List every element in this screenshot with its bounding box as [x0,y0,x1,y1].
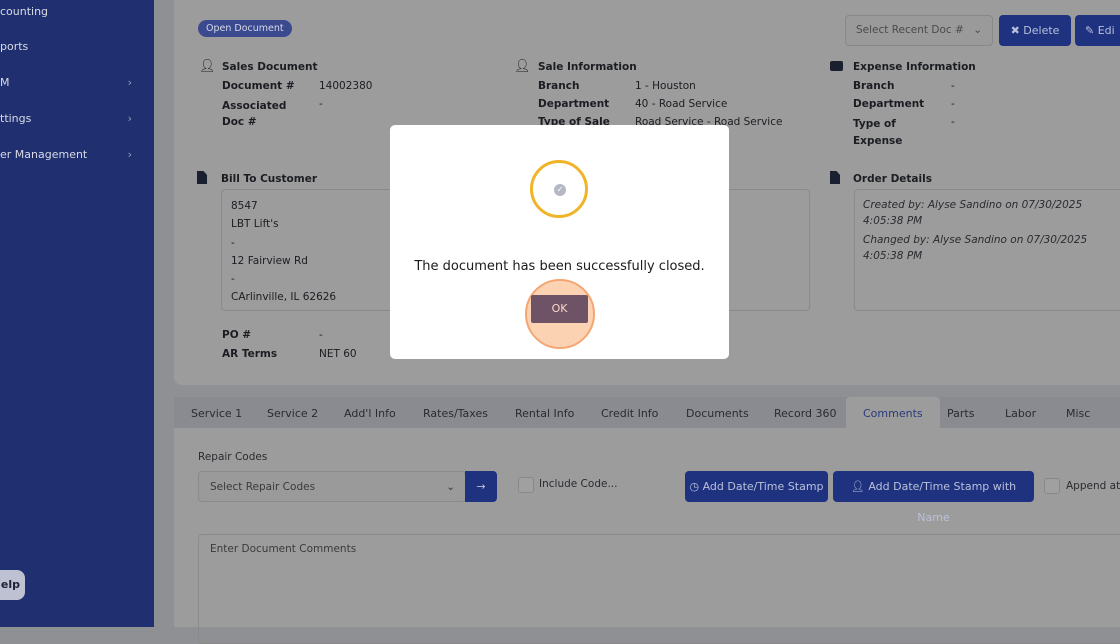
x-icon: ✖ [1010,24,1024,37]
label: counting [0,5,49,18]
sidebar-item-reports[interactable]: ports [0,37,150,57]
value: NET 60 [319,348,357,360]
edit-button[interactable]: ✎ Edi [1075,15,1120,46]
tab-comments[interactable]: Comments [846,397,940,428]
label: Branch [538,80,580,92]
value: 1 - Houston [635,80,696,92]
tab-service-2[interactable]: Service 2 [267,397,318,428]
label: Branch [853,80,895,92]
label: M [0,76,10,89]
clock-icon: ◷ [689,480,703,493]
dialog-message: The document has been successfully close… [414,259,705,274]
ok-button[interactable]: OK [531,295,588,323]
section-title: Sales Document [222,61,318,73]
value: - [319,98,323,110]
document-number: 14002380 [319,80,373,92]
user-icon: 👤︎ [199,59,216,74]
address-line: - [231,273,235,286]
status-badge: Open Document [198,20,292,37]
tab-rental-info[interactable]: Rental Info [515,397,574,428]
help-button[interactable]: elp [0,570,25,600]
tab-labor[interactable]: Labor [1005,397,1036,428]
check-circle-icon: ✓ [554,184,566,196]
label: Department [538,98,610,110]
append-checkbox[interactable] [1044,478,1060,494]
label: Repair Codes [198,451,268,463]
sidebar-item-crm[interactable]: M › [0,73,150,93]
section-title: Order Details [853,173,932,185]
status-ring: ✓ [530,160,588,218]
tab-service-1[interactable]: Service 1 [191,397,242,428]
label: Add Date/Time Stamp [702,480,824,493]
label: ports [0,40,29,53]
chevron-down-icon: ⌄ [973,24,982,36]
label: Append at T [1066,480,1120,492]
label: Associated Doc # [222,100,287,128]
value: - [951,116,955,128]
placeholder: Select Repair Codes [210,481,316,493]
tab-misc[interactable]: Misc [1066,397,1090,428]
sidebar-item-settings[interactable]: ttings › [0,109,150,129]
label: Delete [1023,24,1060,37]
label: Edi [1097,24,1115,37]
value: - [951,80,955,92]
label: er Management [0,148,88,161]
label: PO # [222,329,252,341]
chevron-right-icon: › [127,112,132,125]
order-details: Created by: Alyse Sandino on 07/30/2025 … [863,197,1119,264]
label: ttings [0,112,32,125]
value: - [951,98,955,110]
user-icon: 👤︎ [514,59,531,74]
created-by: Created by: Alyse Sandino on 07/30/2025 … [863,199,1083,227]
tab-record-360[interactable]: Record 360 [774,397,837,428]
recent-doc-select[interactable]: Select Recent Doc # ⌄ [845,15,993,46]
chevron-down-icon: ⌄ [446,481,455,493]
label: Document # [222,80,295,92]
repair-codes-select[interactable]: Select Repair Codes ⌄ [198,471,466,502]
delete-button[interactable]: ✖ Delete [999,15,1071,46]
chevron-right-icon: › [127,76,132,89]
bill-to-address: 8547 LBT Lift's - 12 Fairview Rd - CArli… [231,197,336,307]
value: 40 - Road Service [635,98,728,110]
sidebar-item-user-management[interactable]: er Management › [0,145,150,165]
label: Type of Expense [853,118,903,147]
value: - [319,329,323,341]
placeholder: Select Recent Doc # [856,24,964,36]
label: AR Terms [222,348,278,360]
arrow-right-icon: → [476,480,486,493]
sidebar: counting ports M › ttings › er Management ›… [0,0,154,627]
section-title: Sale Information [538,61,637,73]
tab-bar: Service 1 Service 2 Add'l Info Rates/Tax… [174,397,1120,428]
placeholder: Enter Document Comments [210,543,357,555]
address-line: LBT Lift's [231,218,279,231]
tab-documents[interactable]: Documents [686,397,749,428]
label: Include Code... [539,478,618,490]
add-date-time-stamp-name-button[interactable]: 👤︎ Add Date/Time Stamp with Name [833,471,1034,524]
add-date-time-stamp-button[interactable]: ◷ Add Date/Time Stamp [685,471,828,502]
tab-addl-info[interactable]: Add'l Info [344,397,396,428]
success-dialog: ✓ The document has been successfully clo… [390,125,729,359]
tab-rates-taxes[interactable]: Rates/Taxes [423,397,488,428]
address-line: CArlinville, IL 62626 [231,291,337,304]
tab-credit-info[interactable]: Credit Info [601,397,658,428]
section-title: Expense Information [853,61,976,73]
changed-by: Changed by: Alyse Sandino on 07/30/2025 … [863,234,1088,262]
edit-icon: ✎ [1085,24,1098,37]
include-code-checkbox[interactable] [518,477,534,493]
user-clock-icon: 👤︎ [850,480,869,493]
wallet-icon [830,61,843,71]
sidebar-item-accounting[interactable]: counting [0,2,150,22]
label: Department [853,98,925,110]
apply-repair-code-button[interactable]: → [465,471,497,502]
address-line: 12 Fairview Rd [231,254,308,267]
chevron-right-icon: › [127,148,132,161]
tab-parts[interactable]: Parts [947,397,974,428]
section-title: Bill To Customer [221,173,317,185]
address-line: 8547 [231,200,258,212]
address-line: - [231,236,235,249]
